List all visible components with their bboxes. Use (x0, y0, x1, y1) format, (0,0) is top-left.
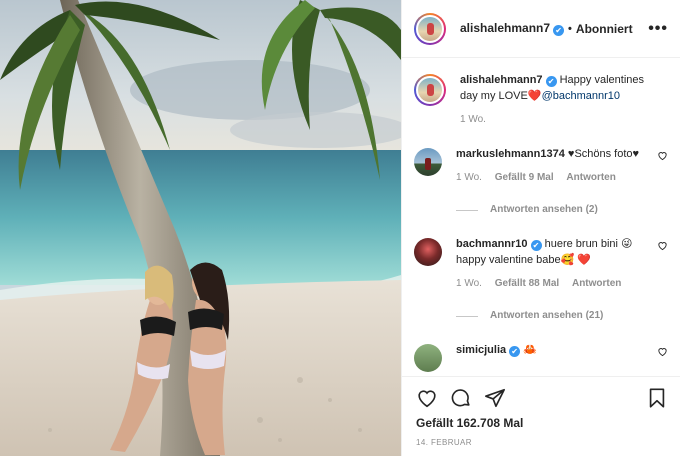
action-icons (416, 385, 668, 411)
verified-icon: ✔ (530, 240, 542, 251)
comment-username[interactable]: simicjulia (456, 344, 506, 356)
post-date[interactable]: 14. FEBRUAR (416, 438, 668, 447)
caption-body: alishalehmann7 ✔ Happy valentines day my … (460, 72, 668, 128)
beach-photo-illustration (0, 0, 401, 456)
view-replies-button[interactable]: Antworten ansehen (2) (456, 202, 652, 218)
comment-username[interactable]: bachmannr10 (456, 238, 528, 250)
comment-icon[interactable] (450, 387, 472, 409)
comment-item: bachmannr10 ✔ huere brun bini 😜 happy val… (414, 236, 668, 324)
caption-meta: 1 Wo. (460, 112, 652, 128)
comment-likes[interactable]: Gefällt 9 Mal (495, 172, 554, 183)
author-avatar-image (416, 14, 444, 43)
caption-avatar[interactable] (414, 74, 446, 106)
post-header: alishalehmann7 ✔ • Abonniert ••• (402, 0, 680, 58)
caption-mention[interactable]: @bachmannr10 (542, 90, 620, 102)
comment-item: simicjulia ✔ 🦀 (414, 342, 668, 372)
heart-icon[interactable] (416, 387, 438, 409)
header-separator: • (568, 22, 572, 35)
caption-age[interactable]: 1 Wo. (460, 114, 486, 125)
comment-meta: 1 Wo. Gefällt 9 Mal Antworten (456, 170, 652, 186)
follow-button[interactable]: Abonniert (576, 22, 633, 36)
post-photo[interactable] (0, 0, 401, 456)
comment-username[interactable]: markuslehmann1374 (456, 148, 565, 160)
view-replies-button[interactable]: Antworten ansehen (21) (456, 308, 652, 324)
author-username-text[interactable]: alishalehmann7 (460, 21, 550, 35)
commenter-avatar[interactable] (414, 238, 442, 266)
instagram-post-view: alishalehmann7 ✔ • Abonniert ••• alishale… (0, 0, 680, 456)
share-icon[interactable] (484, 387, 506, 409)
author-avatar[interactable] (414, 12, 446, 45)
comment-text: 🦀 (523, 344, 537, 356)
heart-outline-icon (658, 242, 667, 251)
comment-meta: 1 Wo. Gefällt 88 Mal Antworten (456, 276, 652, 292)
comment-body: markuslehmann1374 ♥Schöns foto♥ 1 Wo. Ge… (456, 146, 668, 218)
post-actions: Gefällt 162.708 Mal 14. FEBRUAR (402, 376, 680, 456)
like-count[interactable]: Gefällt 162.708 Mal (416, 416, 668, 430)
like-comment-heart-icon[interactable] (657, 240, 668, 251)
heart-outline-icon (658, 348, 667, 357)
heart-outline-icon (658, 152, 667, 161)
bookmark-icon[interactable] (646, 387, 668, 409)
more-icon[interactable]: ••• (648, 20, 668, 38)
verified-icon: ✔ (553, 25, 565, 36)
comment-text: ♥Schöns foto♥ (567, 148, 640, 160)
comments-list[interactable]: alishalehmann7 ✔ Happy valentines day my … (402, 58, 680, 376)
verified-icon: ✔ (545, 76, 557, 87)
comment-body: bachmannr10 ✔ huere brun bini 😜 happy val… (456, 236, 668, 324)
verified-icon: ✔ (509, 346, 521, 357)
comment-item: markuslehmann1374 ♥Schöns foto♥ 1 Wo. Ge… (414, 146, 668, 218)
comment-age[interactable]: 1 Wo. (456, 172, 482, 183)
reply-button[interactable]: Antworten (572, 278, 621, 289)
caption-username[interactable]: alishalehmann7 (460, 74, 543, 86)
post-side-panel: alishalehmann7 ✔ • Abonniert ••• alishale… (401, 0, 680, 456)
heart-emoji: ❤️ (527, 90, 542, 102)
comment-body: simicjulia ✔ 🦀 (456, 342, 668, 372)
commenter-avatar[interactable] (414, 344, 442, 372)
author-username[interactable]: alishalehmann7 ✔ (460, 21, 565, 36)
reply-button[interactable]: Antworten (566, 172, 615, 183)
caption-avatar-image (416, 76, 444, 104)
comment-age[interactable]: 1 Wo. (456, 278, 482, 289)
caption: alishalehmann7 ✔ Happy valentines day my … (414, 72, 668, 128)
like-comment-heart-icon[interactable] (657, 150, 668, 161)
like-comment-heart-icon[interactable] (657, 346, 668, 357)
comment-likes[interactable]: Gefällt 88 Mal (495, 278, 559, 289)
commenter-avatar[interactable] (414, 148, 442, 176)
